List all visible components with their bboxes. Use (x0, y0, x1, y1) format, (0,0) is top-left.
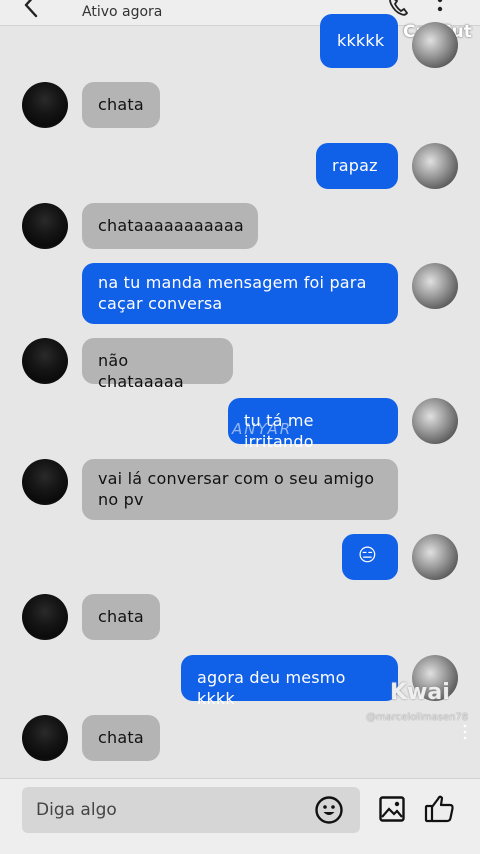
message-text: não chataaaaa (98, 351, 184, 391)
message-text: rapaz (332, 156, 378, 175)
my-avatar[interactable] (412, 398, 458, 444)
message-text: chata (98, 607, 144, 626)
message-text: chataaaaaaaaaaa (98, 216, 244, 235)
message-text: 😑 (358, 545, 377, 566)
message-input[interactable] (36, 799, 306, 821)
kwai-watermark: Kwai (390, 680, 450, 705)
received-message[interactable]: chataaaaaaaaaaa (82, 203, 258, 249)
message-text: na tu manda mensagem foi para caçar conv… (98, 273, 367, 313)
more-vertical-icon[interactable] (430, 0, 450, 20)
received-message[interactable]: vai lá conversar com o seu amigo no pv (82, 459, 398, 520)
received-message[interactable]: chata (82, 594, 160, 640)
received-message[interactable]: chata (82, 82, 160, 128)
message-text: chata (98, 728, 144, 747)
sent-message[interactable]: agora deu mesmo kkkk (181, 655, 398, 708)
sent-message[interactable]: na tu manda mensagem foi para caçar conv… (82, 263, 398, 324)
contact-avatar[interactable] (22, 715, 68, 761)
presence-status: Ativo agora (82, 4, 163, 20)
message-text: kkkkk (337, 31, 385, 50)
received-message[interactable]: não chataaaaa (82, 338, 233, 391)
message-text: chata (98, 95, 144, 114)
message-input-box[interactable] (22, 787, 360, 833)
image-icon[interactable] (378, 795, 406, 823)
message-text: vai lá conversar com o seu amigo no pv (98, 469, 375, 509)
back-arrow-icon[interactable] (18, 0, 44, 18)
center-watermark: ANYAR (232, 420, 293, 438)
my-avatar[interactable] (412, 534, 458, 580)
sent-message[interactable]: 😑 (342, 534, 398, 580)
thumbs-up-icon[interactable] (424, 793, 456, 825)
my-avatar[interactable] (412, 22, 458, 68)
composer-bar (0, 778, 480, 854)
kwai-handle-watermark: @marcelolimasen78 (366, 712, 469, 723)
contact-avatar[interactable] (22, 338, 68, 384)
side-dots-icon (463, 724, 467, 740)
received-message[interactable]: chata (82, 715, 160, 761)
sent-message[interactable]: kkkkk (320, 14, 398, 68)
sent-message[interactable]: rapaz (316, 143, 398, 189)
my-avatar[interactable] (412, 143, 458, 189)
my-avatar[interactable] (412, 263, 458, 309)
contact-avatar[interactable] (22, 203, 68, 249)
contact-avatar[interactable] (22, 594, 68, 640)
message-text: agora deu mesmo kkkk (197, 668, 346, 708)
contact-avatar[interactable] (22, 459, 68, 505)
emoji-icon[interactable] (314, 795, 344, 825)
contact-avatar[interactable] (22, 82, 68, 128)
